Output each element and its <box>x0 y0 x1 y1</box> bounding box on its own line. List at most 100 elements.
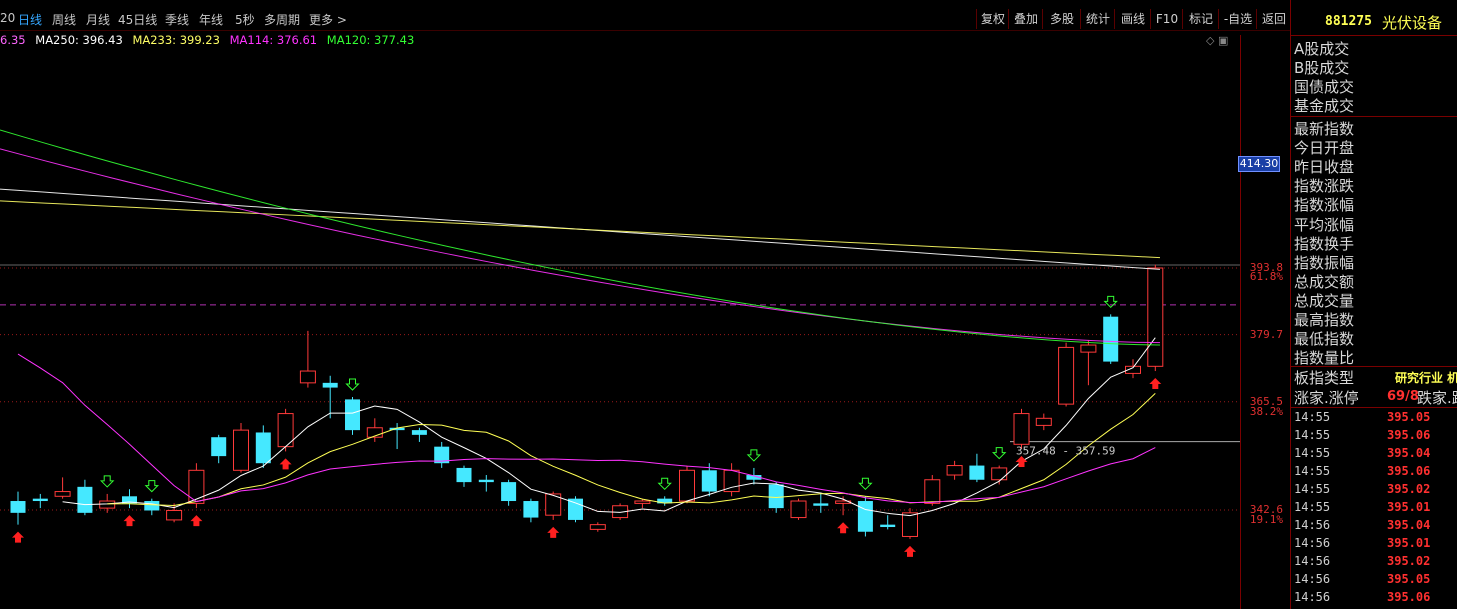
tool-button-5[interactable]: F10 <box>1150 9 1183 29</box>
tick-row: 14:56 395.06 <box>1291 590 1457 608</box>
candle-body-up <box>166 509 183 521</box>
period-tab-5[interactable]: 季线 <box>165 11 189 28</box>
axis-label: 38.2% <box>1249 405 1283 419</box>
index-stat-label-11: 最低指数 <box>1294 330 1355 349</box>
index-stat-label-0: 最新指数 <box>1294 120 1355 138</box>
tool-button-7[interactable]: -自选 <box>1218 9 1257 29</box>
kline-chart[interactable]: 357.48 - 357.59 <box>0 48 1240 609</box>
period-tab-6[interactable]: 年线 <box>199 11 223 28</box>
buy-signal-arrow <box>123 515 136 527</box>
tool-button-0[interactable]: 复权 <box>976 9 1009 29</box>
tick-price: 395.06 <box>1387 464 1431 478</box>
candle-body-down <box>32 498 48 502</box>
sell-signal-arrow <box>746 449 762 462</box>
candle-body-up <box>1058 346 1075 405</box>
sell-signal-arrow <box>345 378 360 391</box>
tick-time: 14:56 <box>1294 536 1331 550</box>
price-axis: 393.8 61.8% 379.7 365.5 38.2% 342.6 19.1% <box>1240 35 1291 609</box>
axis-label: 61.8% <box>1249 270 1283 284</box>
tick-price: 395.01 <box>1387 500 1431 514</box>
range-annotation: 357.48 - 357.59 <box>1016 445 1115 458</box>
symbol-name: 光伏设备 <box>1382 14 1443 32</box>
quote-panel: 881275 光伏设备 A股成交 B股成交 国债成交 基金成交 最新指数 今日开盘 昨日收… <box>1290 0 1457 609</box>
symbol-header: 881275 光伏设备 <box>1291 0 1457 34</box>
tick-price: 395.06 <box>1387 590 1431 604</box>
plate-type-value: 研究行业 机 <box>1395 371 1457 385</box>
tool-button-4[interactable]: 画线 <box>1114 9 1151 29</box>
candle-body-up <box>1080 344 1097 353</box>
axis-label: 19.1% <box>1249 513 1283 527</box>
tool-button-6[interactable]: 标记 <box>1182 9 1219 29</box>
period-tab-8[interactable]: 多周期 <box>264 11 300 28</box>
tick-row: 14:56 395.01 <box>1291 536 1457 554</box>
period-tab-4[interactable]: 45日线 <box>118 11 157 28</box>
tool-button-1[interactable]: 叠加 <box>1008 9 1043 29</box>
ma-long-ma114 <box>0 148 1161 344</box>
tick-price: 395.04 <box>1387 518 1431 532</box>
tick-time: 14:55 <box>1294 482 1331 496</box>
tick-row: 14:55 395.05 <box>1291 410 1457 428</box>
tool-button-3[interactable]: 统计 <box>1080 9 1115 29</box>
buy-signal-arrow <box>1149 378 1162 390</box>
ma-long-ma233 <box>0 200 1161 259</box>
candle-body-down <box>456 467 472 483</box>
candle-body-down <box>211 437 227 457</box>
candle-body-down <box>857 501 873 532</box>
tick-price: 395.01 <box>1387 536 1431 550</box>
candle-body-up <box>679 469 695 502</box>
tick-row: 14:55 395.02 <box>1291 482 1457 500</box>
index-stat-label-1: 今日开盘 <box>1294 139 1355 158</box>
candle-body-down <box>411 430 427 435</box>
candle-body-down <box>880 524 896 528</box>
period-tab-3[interactable]: 月线 <box>86 11 110 28</box>
period-toolbar: 20 日线 周线 月线 45日线 季线 年线 5秒 多周期 更多 > 复权 叠加 多股 统计 画线 F10 标… <box>0 0 1290 31</box>
period-tab-9[interactable]: 更多 > <box>309 11 347 28</box>
ma-legend: 6.35 MA250: 396.43 MA233: 399.23 MA114: … <box>0 33 420 47</box>
buy-signal-arrow <box>12 531 24 543</box>
axis-label: 379.7 <box>1249 327 1283 341</box>
period-tab-1[interactable]: 日线 <box>18 11 42 28</box>
tick-row: 14:56 395.04 <box>1291 518 1457 536</box>
limit-down-label: 跌家.跌 <box>1417 389 1457 407</box>
ma114-value: MA114: 376.61 <box>229 33 318 47</box>
tool-button-2[interactable]: 多股 <box>1042 9 1081 29</box>
turnover-label-2: 国债成交 <box>1294 78 1355 96</box>
plate-type-label: 板指类型 <box>1294 369 1355 387</box>
tick-time: 14:55 <box>1294 500 1331 514</box>
candle-body-down <box>322 382 338 388</box>
candle-body-down <box>813 503 829 506</box>
candle-body-down <box>701 470 717 492</box>
period-tab-2[interactable]: 周线 <box>52 11 76 28</box>
chart-corner-icons[interactable]: ◇ ▣ <box>1206 34 1228 47</box>
candle-body-down <box>10 501 26 513</box>
sell-signal-arrow <box>858 477 873 491</box>
candle-body-up <box>723 469 740 493</box>
candle-body-up <box>902 512 918 537</box>
candle-body-up <box>589 524 606 530</box>
sell-signal-arrow <box>1103 295 1118 309</box>
tool-button-8[interactable]: 返回 <box>1256 9 1291 29</box>
candle-body-down <box>768 484 784 509</box>
buy-signal-arrow <box>190 515 203 527</box>
buy-signal-arrow <box>279 458 292 470</box>
tick-price: 395.05 <box>1387 572 1431 586</box>
tick-price: 395.02 <box>1387 554 1431 568</box>
index-stat-label-5: 平均涨幅 <box>1294 215 1355 234</box>
candle-body-up <box>946 465 963 476</box>
ma-first-value: 6.35 <box>0 33 26 47</box>
period-tab-0[interactable]: 20 <box>0 11 15 25</box>
buy-signal-arrow <box>904 545 916 557</box>
candle-body-down <box>1103 316 1119 362</box>
index-stat-label-6: 指数换手 <box>1294 234 1355 253</box>
candle-body-down <box>568 498 583 520</box>
candle-body-down <box>478 479 494 483</box>
candle-body-up <box>54 491 71 497</box>
candle-body-up <box>1035 417 1052 426</box>
candle-body-up <box>924 479 941 504</box>
buy-signal-arrow <box>837 522 850 534</box>
candle-body-down <box>144 501 160 511</box>
candle-body-up <box>299 370 316 384</box>
period-tab-7[interactable]: 5秒 <box>235 11 255 28</box>
tick-row: 14:55 395.06 <box>1291 428 1457 446</box>
index-stat-label-10: 最高指数 <box>1294 311 1355 329</box>
